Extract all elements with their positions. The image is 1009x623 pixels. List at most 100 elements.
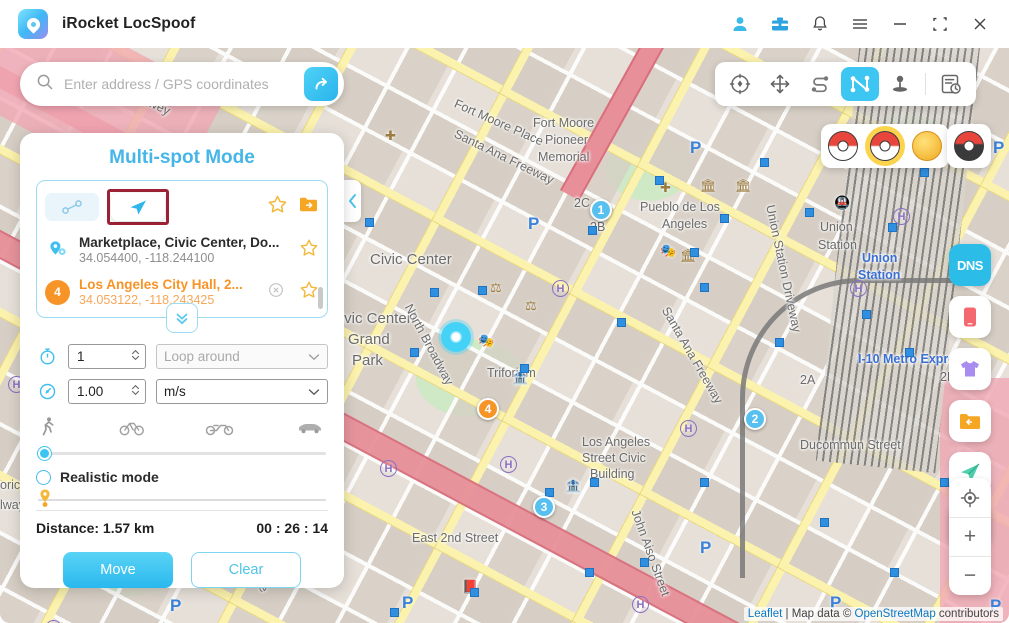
map-waypoint-square[interactable]: [390, 608, 399, 617]
maximize-button[interactable]: [929, 13, 951, 35]
expand-list-button[interactable]: [166, 303, 198, 333]
map-waypoint-square[interactable]: [520, 364, 529, 373]
pokeball-water-icon[interactable]: [828, 131, 858, 161]
openstreetmap-link[interactable]: OpenStreetMap: [855, 608, 936, 620]
map-waypoint-square[interactable]: [720, 214, 729, 223]
realistic-mode-radio[interactable]: [36, 469, 51, 485]
map-waypoint-square[interactable]: [905, 348, 914, 357]
map-numbered-marker[interactable]: 2: [744, 408, 766, 430]
remove-location-icon[interactable]: [268, 282, 284, 302]
map-waypoint-square[interactable]: [805, 208, 814, 217]
search-input[interactable]: [64, 76, 304, 92]
stopwatch-icon: [36, 347, 58, 366]
current-location-marker: [441, 322, 471, 352]
map-waypoint-square[interactable]: [590, 478, 599, 487]
pin-mode-tab-highlight: [107, 189, 169, 225]
title-bar: iRocket LocSpoof: [0, 0, 1009, 48]
notification-bell-icon[interactable]: [809, 13, 831, 35]
walk-icon[interactable]: [38, 416, 58, 443]
location-list-item[interactable]: Marketplace, Civic Center, Do... 34.05440…: [43, 229, 321, 271]
favorite-star-icon[interactable]: [299, 280, 319, 305]
speed-stepper[interactable]: 1.00: [68, 379, 146, 404]
motorcycle-icon[interactable]: [205, 417, 235, 442]
leaflet-link[interactable]: Leaflet: [748, 608, 783, 620]
map-waypoint-square[interactable]: [588, 226, 597, 235]
action-button-row: Move Clear: [36, 552, 328, 588]
map-numbered-marker[interactable]: 4: [477, 398, 499, 420]
pokeball-button[interactable]: [947, 124, 991, 168]
toolbox-icon[interactable]: [769, 13, 791, 35]
device-button[interactable]: [949, 296, 991, 338]
multi-spot-mode-button[interactable]: [841, 67, 879, 101]
location-list[interactable]: Marketplace, Civic Center, Do... 34.05440…: [43, 229, 321, 313]
pin-mode-tab[interactable]: [111, 193, 165, 221]
map-waypoint-square[interactable]: [940, 478, 949, 487]
loop-mode-select[interactable]: Loop around: [156, 344, 328, 369]
cosmetics-button[interactable]: [949, 348, 991, 390]
pokeball-search-icon[interactable]: [870, 131, 900, 161]
history-button[interactable]: [932, 67, 970, 101]
two-spot-mode-button[interactable]: [801, 67, 839, 101]
motion-controls: 1 Loop around 1.00 m/s Realistic mode: [36, 344, 328, 495]
slider-handle[interactable]: [38, 447, 51, 460]
zoom-out-button[interactable]: −: [949, 556, 991, 595]
map-waypoint-square[interactable]: [478, 286, 487, 295]
map-waypoint-square[interactable]: [365, 218, 374, 227]
map-waypoint-square[interactable]: [820, 518, 829, 527]
locate-me-button[interactable]: [949, 478, 991, 517]
map-waypoint-square[interactable]: [410, 348, 419, 357]
dns-button[interactable]: DNS: [949, 244, 991, 286]
account-icon[interactable]: [729, 13, 751, 35]
speed-unit-select[interactable]: m/s: [156, 379, 328, 404]
map-waypoint-square[interactable]: [640, 558, 649, 567]
map-numbered-marker[interactable]: 1: [590, 199, 612, 221]
map-waypoint-square[interactable]: [700, 478, 709, 487]
speed-slider[interactable]: [38, 445, 326, 461]
app-title: iRocket LocSpoof: [62, 15, 196, 32]
map-waypoint-square[interactable]: [585, 568, 594, 577]
stepper-arrows-icon[interactable]: [130, 382, 141, 401]
map-waypoint-square[interactable]: [760, 158, 769, 167]
move-button[interactable]: Move: [63, 552, 173, 588]
close-button[interactable]: [969, 13, 991, 35]
map-waypoint-square[interactable]: [862, 310, 871, 319]
realistic-mode-row[interactable]: Realistic mode: [36, 469, 328, 485]
panel-collapse-handle[interactable]: [344, 180, 361, 222]
realistic-mode-label: Realistic mode: [60, 469, 159, 485]
teleport-mode-button[interactable]: [721, 67, 759, 101]
search-icon: [36, 73, 54, 96]
progress-pin-icon[interactable]: [38, 488, 51, 507]
map-waypoint-square[interactable]: [700, 283, 709, 292]
map-waypoint-square[interactable]: [430, 288, 439, 297]
map-waypoint-square[interactable]: [655, 176, 664, 185]
map-waypoint-square[interactable]: [775, 338, 784, 347]
minimize-button[interactable]: [889, 13, 911, 35]
route-mode-tab[interactable]: [45, 193, 99, 221]
bicycle-icon[interactable]: [119, 417, 145, 442]
clear-button[interactable]: Clear: [191, 552, 301, 588]
map-numbered-marker[interactable]: 3: [533, 496, 555, 518]
menu-icon[interactable]: [849, 13, 871, 35]
stepper-arrows-icon[interactable]: [130, 347, 141, 366]
gold-coin-icon[interactable]: [912, 131, 942, 161]
zoom-in-button[interactable]: +: [949, 517, 991, 556]
map-waypoint-square[interactable]: [470, 588, 479, 597]
map-waypoint-square[interactable]: [920, 168, 929, 177]
map-waypoint-square[interactable]: [890, 568, 899, 577]
map-waypoint-square[interactable]: [888, 223, 897, 232]
search-bar[interactable]: [20, 62, 344, 106]
map-waypoint-square[interactable]: [617, 318, 626, 327]
joystick-button[interactable]: [881, 67, 919, 101]
import-folder-icon[interactable]: [298, 195, 319, 219]
location-list-scrollbar[interactable]: [318, 287, 323, 309]
route-progress[interactable]: [38, 489, 326, 508]
transport-icons-row: [36, 414, 328, 443]
favorite-star-icon[interactable]: [267, 194, 288, 220]
joystick-move-button[interactable]: [761, 67, 799, 101]
loop-count-stepper[interactable]: 1: [68, 344, 146, 369]
search-submit-button[interactable]: [304, 67, 338, 101]
car-icon[interactable]: [296, 418, 324, 441]
favorite-star-icon[interactable]: [299, 238, 319, 263]
folder-button[interactable]: [949, 400, 991, 442]
map-waypoint-square[interactable]: [690, 248, 699, 257]
